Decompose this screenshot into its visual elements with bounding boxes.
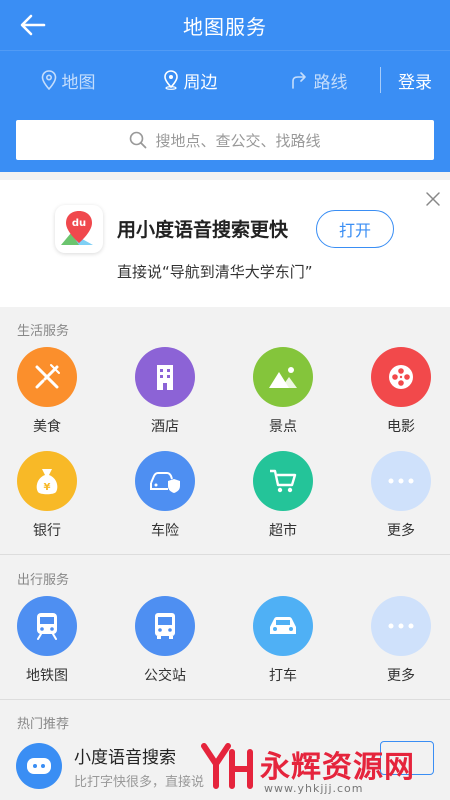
service-subway[interactable]: 地铁图 xyxy=(2,596,92,696)
tab-route-label: 路线 xyxy=(313,72,348,93)
promo-title: 用小度语音搜索更快 xyxy=(117,219,289,241)
bank-label: 银行 xyxy=(33,523,61,539)
recommendation-title: 小度语音搜索 xyxy=(74,748,176,768)
hotel-circle xyxy=(135,347,195,407)
food-label: 美食 xyxy=(33,419,61,435)
more-travel-circle xyxy=(371,596,431,656)
supermarket-label: 超市 xyxy=(269,523,297,539)
film-reel-icon xyxy=(389,365,413,389)
section-title-hot: 热门推荐 xyxy=(17,717,70,732)
scenic-label: 景点 xyxy=(269,419,297,435)
service-scenic[interactable]: 景点 xyxy=(238,347,328,447)
car-insurance-label: 车险 xyxy=(151,523,179,539)
section-divider xyxy=(0,699,450,700)
subway-circle xyxy=(17,596,77,656)
bus-icon xyxy=(155,613,175,639)
location-pin-icon xyxy=(41,70,56,90)
section-title-travel: 出行服务 xyxy=(17,573,70,588)
tab-route[interactable]: 路线 xyxy=(278,51,358,109)
taxi-icon xyxy=(270,617,296,634)
search-area: 搜地点、查公交、找路线 xyxy=(0,108,450,172)
service-supermarket[interactable]: 超市 xyxy=(238,451,328,551)
hotel-label: 酒店 xyxy=(151,419,179,435)
page-title: 地图服务 xyxy=(183,15,267,39)
more-dots-icon xyxy=(388,478,414,484)
food-circle xyxy=(17,347,77,407)
supermarket-circle xyxy=(253,451,313,511)
service-bank[interactable]: ¥ 银行 xyxy=(2,451,92,551)
scenic-circle xyxy=(253,347,313,407)
svg-text:¥: ¥ xyxy=(44,482,51,493)
car-insurance-circle xyxy=(135,451,195,511)
service-more-travel[interactable]: 更多 xyxy=(356,596,446,696)
more-travel-label: 更多 xyxy=(387,668,415,684)
logo-text: du xyxy=(72,218,86,229)
service-car-insurance[interactable]: 车险 xyxy=(120,451,210,551)
money-bag-icon: ¥ xyxy=(36,469,58,495)
bus-stop-label: 公交站 xyxy=(144,668,186,684)
taxi-circle xyxy=(253,596,313,656)
login-button[interactable]: 登录 xyxy=(386,51,444,109)
movie-circle xyxy=(371,347,431,407)
search-icon xyxy=(130,131,147,149)
subway-icon xyxy=(37,613,57,640)
tab-bar: 地图 周边 路线 登录 xyxy=(0,50,450,108)
watermark-url: www.yhkjjj.com xyxy=(264,782,364,795)
close-button[interactable] xyxy=(424,190,442,208)
promo-subtitle: 直接说“导航到清华大学东门” xyxy=(117,263,313,281)
tab-map[interactable]: 地图 xyxy=(28,51,108,109)
search-input[interactable]: 搜地点、查公交、找路线 xyxy=(16,120,434,160)
cart-icon xyxy=(270,469,297,493)
more-life-label: 更多 xyxy=(387,523,415,539)
watermark-text: 永辉资源网 xyxy=(260,750,415,785)
tab-map-label: 地图 xyxy=(61,72,96,93)
bus-stop-circle xyxy=(135,596,195,656)
service-food[interactable]: 美食 xyxy=(2,347,92,447)
recommendation-subtitle: 比打字快很多，直接说 xyxy=(74,775,205,790)
voice-promo-banner: du 用小度语音搜索更快 打开 直接说“导航到清华大学东门” xyxy=(0,180,450,307)
tab-nearby[interactable]: 周边 xyxy=(150,51,230,109)
building-icon xyxy=(157,365,173,390)
more-dots-icon xyxy=(388,623,414,629)
search-placeholder: 搜地点、查公交、找路线 xyxy=(155,131,321,150)
service-hotel[interactable]: 酒店 xyxy=(120,347,210,447)
section-divider xyxy=(0,554,450,555)
section-title-life: 生活服务 xyxy=(17,324,70,339)
mountain-icon xyxy=(269,367,297,388)
nearby-pin-icon xyxy=(163,70,178,90)
open-button[interactable]: 打开 xyxy=(316,210,394,248)
bank-circle: ¥ xyxy=(17,451,77,511)
voice-robot-icon-circle xyxy=(16,743,62,789)
fork-knife-icon xyxy=(35,364,60,389)
movie-label: 电影 xyxy=(387,419,415,435)
service-bus-stop[interactable]: 公交站 xyxy=(120,596,210,696)
car-shield-icon xyxy=(150,472,180,493)
map-pin-logo-icon: du xyxy=(61,211,93,245)
close-icon xyxy=(426,192,440,206)
watermark: 永辉资源网 www.yhkjjj.com xyxy=(200,740,450,800)
more-life-circle xyxy=(371,451,431,511)
tab-divider xyxy=(380,67,381,93)
taxi-label: 打车 xyxy=(269,668,297,684)
service-more-life[interactable]: 更多 xyxy=(356,451,446,551)
subway-label: 地铁图 xyxy=(26,668,68,684)
tab-nearby-label: 周边 xyxy=(183,72,218,93)
route-turn-icon xyxy=(291,72,306,89)
watermark-logo-icon xyxy=(201,743,253,789)
xiaodu-app-logo: du xyxy=(55,205,103,253)
voice-robot-icon xyxy=(27,758,51,774)
service-taxi[interactable]: 打车 xyxy=(238,596,328,696)
app-header: 地图服务 xyxy=(0,0,450,50)
service-movie[interactable]: 电影 xyxy=(356,347,446,447)
